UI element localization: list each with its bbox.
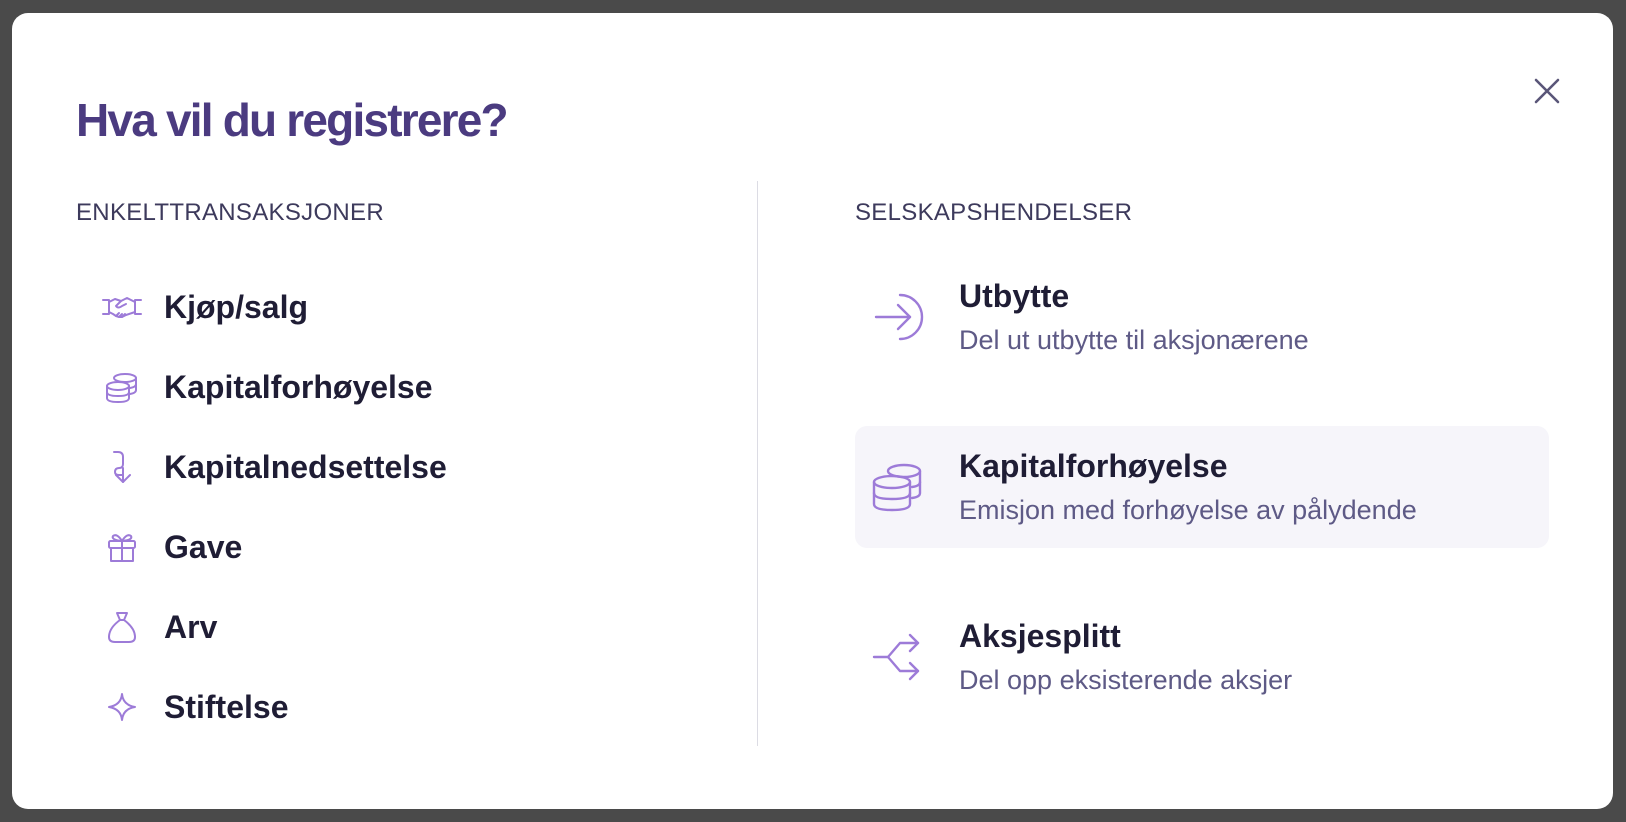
section-heading-selskapshendelser: SELSKAPSHENDELSER bbox=[855, 199, 1133, 226]
split-arrows-icon bbox=[863, 622, 933, 692]
option-title: Utbytte bbox=[959, 278, 1070, 314]
gift-icon bbox=[92, 527, 152, 567]
handshake-icon bbox=[92, 287, 152, 327]
sparkle-icon bbox=[92, 687, 152, 727]
dialog-title: Hva vil du registrere? bbox=[76, 94, 509, 146]
transaction-list: Kjøp/salg Kapitalforhøyelse Kapitalnedse… bbox=[88, 267, 728, 747]
option-kapitalnedsettelse[interactable]: Kapitalnedsettelse bbox=[88, 427, 728, 507]
option-label: Stiftelse bbox=[164, 688, 289, 725]
option-label: Gave bbox=[164, 528, 243, 565]
option-title: Aksjesplitt bbox=[959, 618, 1121, 654]
close-button[interactable] bbox=[1522, 66, 1572, 116]
arrow-down-return-icon bbox=[92, 447, 152, 487]
option-stiftelse[interactable]: Stiftelse bbox=[88, 667, 728, 747]
option-label: Kapitalnedsettelse bbox=[164, 448, 447, 485]
option-aksjesplitt[interactable]: Aksjesplitt Del opp eksisterende aksjer bbox=[855, 596, 1549, 718]
corporate-event-list: Utbytte Del ut utbytte til aksjonærene K… bbox=[855, 256, 1549, 766]
option-kjop-salg[interactable]: Kjøp/salg bbox=[88, 267, 728, 347]
option-gave[interactable]: Gave bbox=[88, 507, 728, 587]
option-kapitalforhoyelse-event[interactable]: Kapitalforhøyelse Emisjon med forhøyelse… bbox=[855, 426, 1549, 548]
coins-stack-icon bbox=[863, 452, 933, 522]
option-utbytte[interactable]: Utbytte Del ut utbytte til aksjonærene bbox=[855, 256, 1549, 378]
option-kapitalforhoyelse[interactable]: Kapitalforhøyelse bbox=[88, 347, 728, 427]
option-description: Emisjon med forhøyelse av pålydende bbox=[959, 495, 1417, 525]
option-label: Kjøp/salg bbox=[164, 288, 309, 325]
arrow-right-in-icon bbox=[863, 282, 933, 352]
close-icon bbox=[1534, 78, 1560, 104]
option-description: Del ut utbytte til aksjonærene bbox=[959, 325, 1309, 355]
section-heading-enkelttransaksjoner: ENKELTTRANSAKSJONER bbox=[76, 199, 384, 226]
option-title: Kapitalforhøyelse bbox=[959, 448, 1228, 484]
column-divider bbox=[757, 181, 758, 746]
money-bag-icon bbox=[92, 607, 152, 647]
register-dialog: Hva vil du registrere? ENKELTTRANSAKSJON… bbox=[12, 13, 1613, 809]
option-description: Del opp eksisterende aksjer bbox=[959, 665, 1293, 695]
coins-icon bbox=[92, 367, 152, 407]
option-arv[interactable]: Arv bbox=[88, 587, 728, 667]
option-label: Arv bbox=[164, 608, 218, 645]
option-label: Kapitalforhøyelse bbox=[164, 368, 433, 405]
